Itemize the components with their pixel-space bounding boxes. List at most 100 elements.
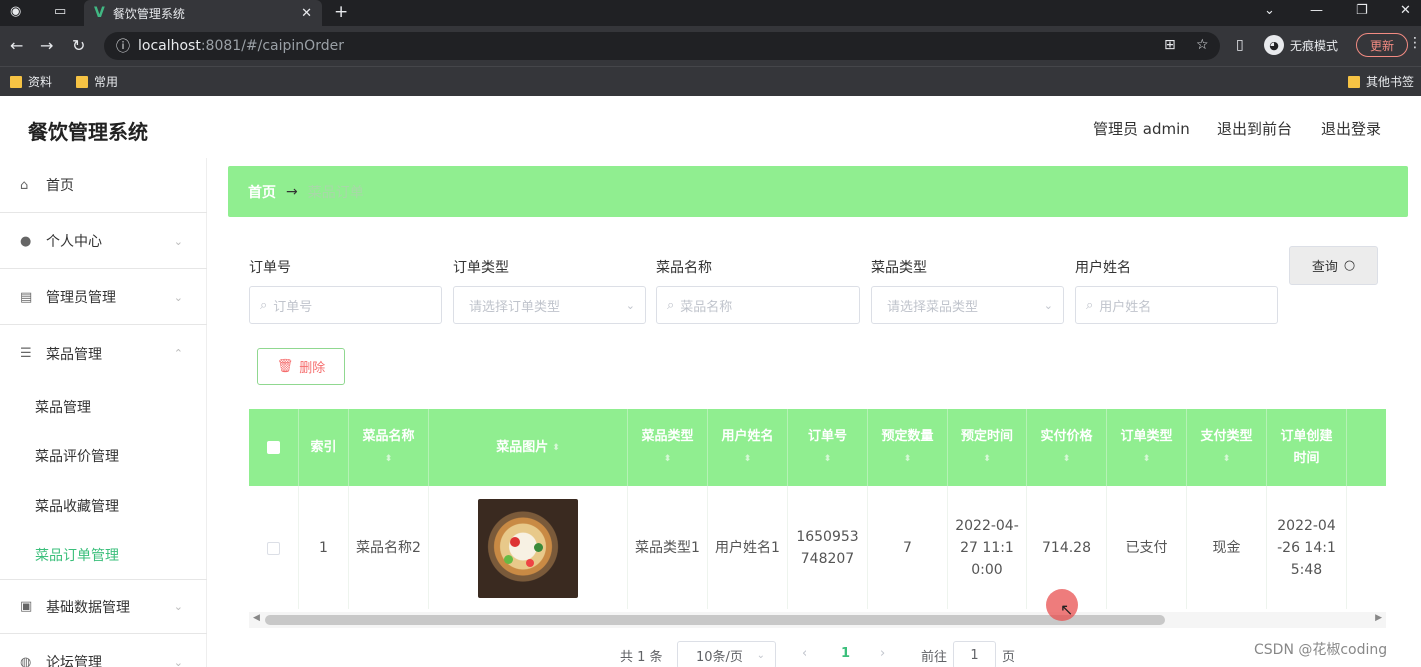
select-all-checkbox[interactable]: [249, 409, 299, 486]
column-header[interactable]: 用户姓名 ⬍: [708, 409, 788, 486]
cell-pay-type: 现金: [1187, 486, 1267, 609]
prev-page-button[interactable]: ‹: [802, 646, 807, 661]
sort-icon[interactable]: ⬍: [664, 448, 672, 470]
delete-button[interactable]: 🗑 删除: [257, 348, 345, 385]
other-bookmarks[interactable]: 其他书签: [1348, 73, 1414, 90]
folder-icon: [1348, 75, 1360, 88]
page-size-select[interactable]: 10条/页 ⌄: [677, 641, 776, 667]
sort-icon[interactable]: ⬍: [1143, 448, 1151, 470]
sort-icon[interactable]: ⬍: [1063, 448, 1071, 470]
new-tab-button[interactable]: +: [334, 2, 348, 22]
sidebar-item-dish[interactable]: ☰ 菜品管理 ⌃: [0, 326, 207, 381]
next-page-button[interactable]: ›: [880, 646, 885, 661]
column-header[interactable]: 订单类型 ⬍: [1107, 409, 1187, 486]
scroll-right-icon[interactable]: ▶: [1375, 613, 1382, 623]
sidebar-item-basedata[interactable]: ▣ 基础数据管理 ⌄: [0, 579, 207, 634]
sidebar: ⌂ 首页 ● 个人中心 ⌄ ▤ 管理员管理 ⌄ ☰ 菜品管理 ⌃ 菜品管理 菜品…: [0, 158, 207, 667]
column-header: [1347, 409, 1386, 486]
cell-dish-type: 菜品类型1: [628, 486, 708, 609]
more-menu-icon[interactable]: ⋮: [1408, 35, 1421, 51]
pagination-total: 共 1 条: [620, 650, 663, 665]
maximize-icon[interactable]: ❐: [1356, 3, 1368, 18]
close-tab-icon[interactable]: ✕: [301, 6, 312, 21]
sidebar-subitem-dish-review[interactable]: 菜品评价管理: [35, 446, 119, 466]
column-header[interactable]: 菜品图片 ⬍: [429, 409, 628, 486]
column-header[interactable]: 订单号 ⬍: [788, 409, 868, 486]
bookmark-folder[interactable]: 资料: [10, 73, 52, 90]
sort-icon[interactable]: ⬍: [552, 437, 560, 459]
vue-favicon-icon: V: [94, 5, 105, 21]
sidebar-subitem-dish[interactable]: 菜品管理: [35, 397, 91, 417]
dish-name-input[interactable]: ⌕ 菜品名称: [656, 286, 860, 324]
scrollbar-thumb[interactable]: [265, 615, 1165, 625]
column-header[interactable]: 支付类型 ⬍: [1187, 409, 1267, 486]
sidebar-item-home[interactable]: ⌂ 首页: [0, 158, 207, 213]
sort-icon[interactable]: ⬍: [385, 448, 393, 470]
info-icon[interactable]: ⓘ: [116, 36, 130, 56]
column-header[interactable]: 订单创建时间: [1267, 409, 1347, 486]
sidebar-subitem-dish-favorite[interactable]: 菜品收藏管理: [35, 496, 119, 516]
sidebar-item-personal[interactable]: ● 个人中心 ⌄: [0, 214, 207, 269]
chevron-down-icon: ⌄: [173, 600, 183, 613]
cell-order-type: 已支付: [1107, 486, 1187, 609]
forum-icon: ◍: [20, 654, 32, 667]
user-name-input[interactable]: ⌕ 用户姓名: [1075, 286, 1278, 324]
browser-toolbar: ← → ↻ ⓘ localhost:8081/#/caipinOrder ⊞ ☆…: [0, 26, 1421, 66]
exit-to-front-link[interactable]: 退出到前台: [1217, 118, 1292, 139]
sort-icon[interactable]: ⬍: [983, 448, 991, 470]
reload-icon[interactable]: ↻: [72, 36, 85, 55]
cell-created-time: 2022-04-26 14:15:48: [1267, 486, 1347, 609]
update-button[interactable]: 更新: [1356, 33, 1408, 57]
clipboard-icon: ▣: [20, 599, 33, 614]
dish-type-select[interactable]: 请选择菜品类型 ⌄: [871, 286, 1064, 324]
breadcrumb-separator: →: [286, 183, 298, 200]
globe-icon[interactable]: ◉: [10, 4, 21, 19]
back-icon[interactable]: ←: [10, 36, 23, 55]
goto-page-input[interactable]: 1: [953, 641, 996, 667]
column-header[interactable]: 预定数量 ⬍: [868, 409, 948, 486]
address-bar[interactable]: ⓘ localhost:8081/#/caipinOrder: [104, 32, 1220, 60]
forward-icon[interactable]: →: [40, 36, 53, 55]
browser-tab-bar: ◉ ▭ V 餐饮管理系统 ✕ + ⌄ — ❐ ✕: [0, 0, 1421, 26]
column-header[interactable]: 菜品名称 ⬍: [349, 409, 429, 486]
folder-icon: [76, 75, 88, 88]
folder-icon: [10, 75, 22, 88]
column-header[interactable]: 实付价格 ⬍: [1027, 409, 1107, 486]
sidebar-item-admin[interactable]: ▤ 管理员管理 ⌄: [0, 270, 207, 325]
translate-icon[interactable]: ⊞: [1164, 37, 1176, 53]
order-no-input[interactable]: ⌕ 订单号: [249, 286, 442, 324]
chevron-down-icon: ⌄: [173, 655, 183, 667]
cell-index: 1: [299, 486, 349, 609]
search-button[interactable]: 查询 ○: [1289, 246, 1378, 285]
breadcrumb-home[interactable]: 首页: [248, 182, 276, 202]
order-type-select[interactable]: 请选择订单类型 ⌄: [453, 286, 646, 324]
sort-icon[interactable]: ⬍: [904, 448, 912, 470]
column-header[interactable]: 预定时间 ⬍: [948, 409, 1027, 486]
sort-icon[interactable]: ⬍: [1223, 448, 1231, 470]
side-panel-icon[interactable]: ▯: [1236, 37, 1244, 53]
minimize-icon[interactable]: —: [1310, 3, 1323, 18]
sidebar-subitem-dish-order[interactable]: 菜品订单管理: [35, 545, 119, 565]
scroll-left-icon[interactable]: ◀: [253, 613, 260, 623]
column-header: 索引: [299, 409, 349, 486]
bookmark-star-icon[interactable]: ☆: [1196, 37, 1209, 53]
logout-link[interactable]: 退出登录: [1321, 118, 1381, 139]
horizontal-scrollbar[interactable]: ◀ ▶: [249, 612, 1386, 628]
app-header: 餐饮管理系统 管理员 admin 退出到前台 退出登录: [0, 96, 1421, 158]
browser-tab[interactable]: V 餐饮管理系统 ✕: [84, 0, 322, 26]
sidebar-item-forum[interactable]: ◍ 论坛管理 ⌄: [0, 635, 207, 667]
row-checkbox[interactable]: [249, 486, 299, 609]
page-number-current[interactable]: 1: [841, 646, 850, 661]
tab-overview-icon[interactable]: ▭: [54, 4, 66, 19]
bookmark-folder[interactable]: 常用: [76, 73, 118, 90]
close-window-icon[interactable]: ✕: [1400, 3, 1411, 18]
tab-search-icon[interactable]: ⌄: [1264, 3, 1275, 18]
cell-dish-name: 菜品名称2: [349, 486, 429, 609]
dish-image: [478, 498, 578, 598]
sort-icon[interactable]: ⬍: [824, 448, 832, 470]
order-type-label: 订单类型: [453, 260, 509, 276]
incognito-indicator[interactable]: ◕ 无痕模式: [1264, 35, 1338, 55]
column-header[interactable]: 菜品类型 ⬍: [628, 409, 708, 486]
list-icon: ▤: [20, 289, 33, 305]
sort-icon[interactable]: ⬍: [744, 448, 752, 470]
